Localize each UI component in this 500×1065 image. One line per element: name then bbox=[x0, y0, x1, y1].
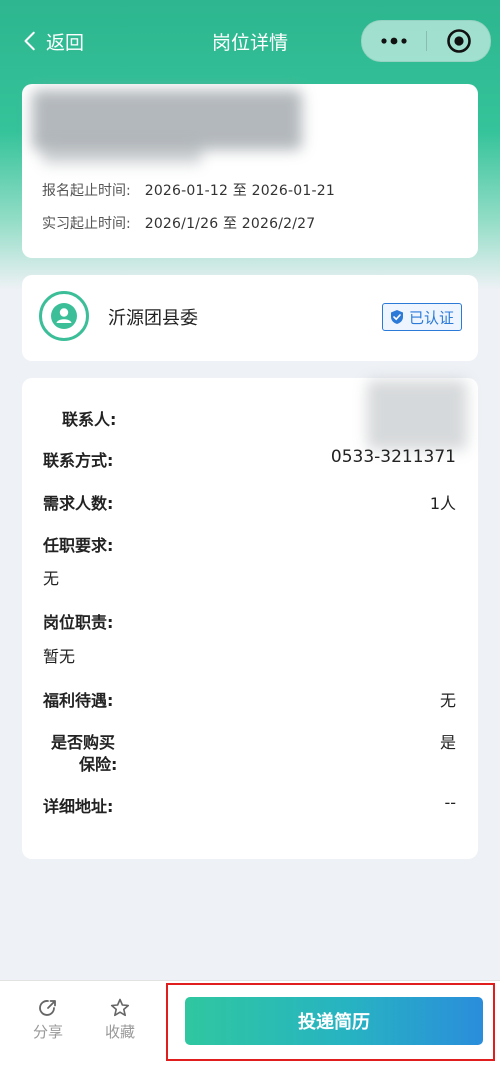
shield-check-icon bbox=[390, 310, 403, 324]
favorite-button[interactable]: 收藏 bbox=[90, 997, 150, 1042]
headcount-label: 需求人数: bbox=[43, 494, 114, 513]
user-icon bbox=[51, 303, 77, 329]
job-details-card: 联系人: 联系方式: 0533-3211371 需求人数: 1人 任职要求: 无… bbox=[22, 378, 478, 859]
avatar bbox=[39, 291, 89, 341]
address-value: -- bbox=[444, 793, 456, 812]
favorite-label: 收藏 bbox=[104, 1023, 135, 1041]
verified-label: 已认证 bbox=[408, 308, 454, 327]
signup-period: 报名起止时间: 2026-01-12 至 2026-01-21 bbox=[42, 180, 335, 200]
benefits-value: 无 bbox=[439, 691, 456, 710]
duties-label: 岗位职责: bbox=[43, 613, 114, 632]
insurance-label-line1: 是否购买 bbox=[51, 733, 116, 752]
close-miniprogram-button[interactable] bbox=[427, 21, 490, 61]
signup-period-value: 2026-01-12 至 2026-01-21 bbox=[144, 183, 335, 199]
redacted-contact-person bbox=[367, 380, 467, 450]
share-button[interactable]: 分享 bbox=[18, 997, 78, 1042]
headcount-value: 1人 bbox=[429, 494, 456, 513]
job-summary-card: 报名起止时间: 2026-01-12 至 2026-01-21 实习起止时间: 20… bbox=[22, 84, 478, 258]
redacted-subtitle bbox=[42, 142, 202, 164]
internship-period-value: 2026/1/26 至 2026/2/27 bbox=[144, 216, 316, 232]
address-label: 详细地址: bbox=[43, 797, 114, 816]
internship-period: 实习起止时间: 2026/1/26 至 2026/2/27 bbox=[42, 213, 315, 233]
submit-resume-label: 投递简历 bbox=[298, 1012, 370, 1033]
benefits-label: 福利待遇: bbox=[43, 691, 114, 710]
internship-period-label: 实习起止时间: bbox=[42, 216, 131, 232]
insurance-value: 是 bbox=[439, 733, 456, 752]
duties-value: 暂无 bbox=[43, 647, 76, 666]
share-label: 分享 bbox=[32, 1023, 63, 1041]
contact-method-label: 联系方式: bbox=[43, 451, 114, 470]
redacted-title bbox=[32, 90, 302, 150]
contact-person-label: 联系人: bbox=[62, 410, 117, 429]
more-dots-icon bbox=[381, 37, 407, 45]
submit-resume-button[interactable]: 投递简历 bbox=[185, 997, 483, 1045]
more-button[interactable] bbox=[362, 21, 426, 61]
insurance-label-line2: 保险: bbox=[79, 755, 118, 774]
organization-name: 沂源团县委 bbox=[108, 308, 198, 329]
share-icon bbox=[39, 1000, 56, 1016]
star-icon bbox=[110, 998, 130, 1017]
requirements-value: 无 bbox=[43, 569, 60, 588]
organization-card[interactable]: 沂源团县委 已认证 bbox=[22, 275, 478, 361]
verified-badge: 已认证 bbox=[381, 303, 462, 331]
navigation-bar: 返回 岗位详情 bbox=[0, 0, 500, 80]
contact-method-value[interactable]: 0533-3211371 bbox=[331, 447, 456, 467]
signup-period-label: 报名起止时间: bbox=[42, 183, 131, 199]
requirements-label: 任职要求: bbox=[43, 536, 114, 555]
miniprogram-capsule bbox=[361, 20, 491, 62]
target-icon bbox=[446, 29, 471, 53]
